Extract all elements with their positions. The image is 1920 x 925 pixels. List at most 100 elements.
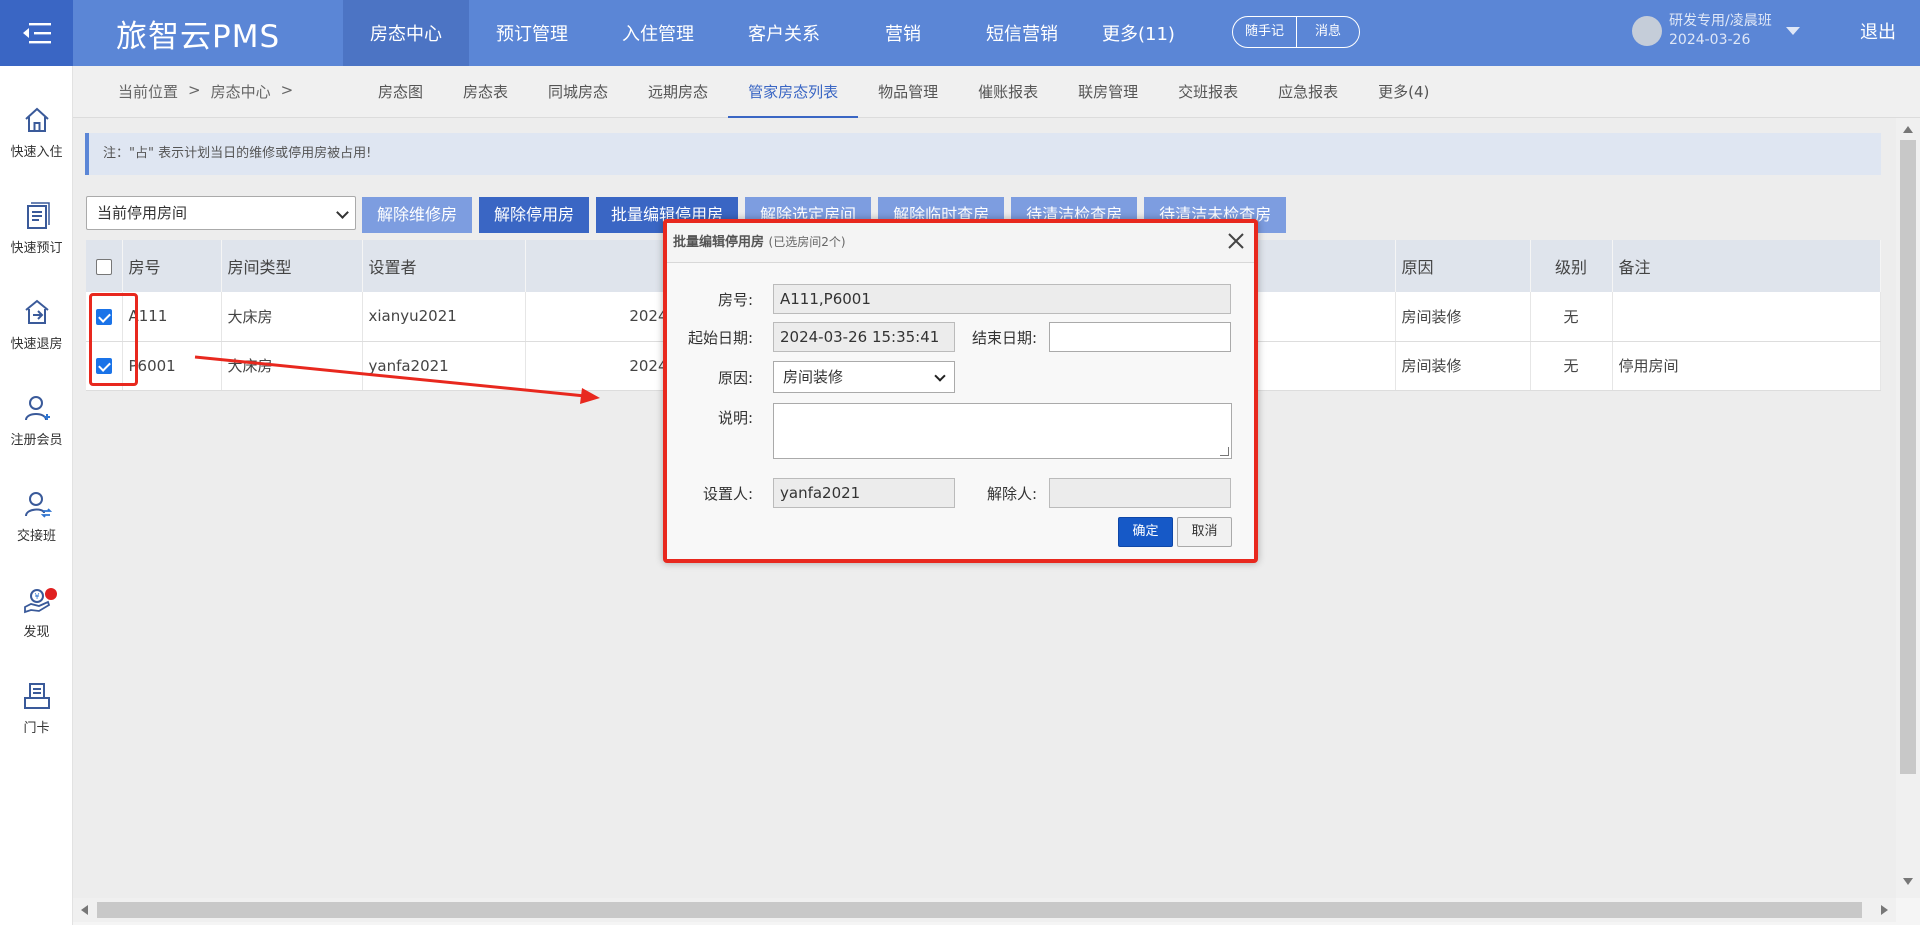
- sidebar: 快速入住 快速预订 快速退房 注册会员 交接班 ¥ 发现 门卡: [0, 66, 73, 925]
- close-icon[interactable]: [1226, 231, 1246, 251]
- sidebar-item-door-card[interactable]: 门卡: [0, 668, 73, 748]
- avatar: [1632, 16, 1662, 46]
- release-repair-button[interactable]: 解除维修房: [362, 197, 473, 233]
- start-date-label: 起始日期:: [687, 329, 753, 347]
- cell-type: 大床房: [221, 341, 363, 391]
- cell-level: 无: [1530, 292, 1613, 342]
- nav-checkin[interactable]: 入住管理: [595, 0, 721, 66]
- horizontal-scrollbar[interactable]: [73, 898, 1896, 922]
- release-stopped-button[interactable]: 解除停用房: [479, 197, 590, 233]
- scroll-thumb[interactable]: [1900, 140, 1916, 774]
- sidebar-item-discover[interactable]: ¥ 发现: [0, 572, 73, 652]
- room-filter-select[interactable]: 当前停用房间: [86, 196, 356, 230]
- tab-room-table[interactable]: 房态表: [443, 66, 528, 118]
- user-name: 研发专用/凌晨班: [1669, 13, 1772, 29]
- brand-logo: 旅智云PMS: [116, 18, 281, 55]
- reason-select[interactable]: 房间装修: [773, 361, 955, 393]
- scroll-left-icon[interactable]: [81, 905, 88, 915]
- breadcrumb-sep: >: [188, 81, 201, 99]
- sidebar-item-quick-booking[interactable]: 快速预订: [0, 188, 73, 268]
- card-icon: [23, 682, 50, 709]
- sidebar-item-quick-checkout[interactable]: 快速退房: [0, 284, 73, 364]
- confirm-button[interactable]: 确定: [1118, 517, 1173, 547]
- logout-button[interactable]: 退出: [1860, 0, 1896, 66]
- room-label: 房号:: [717, 291, 753, 309]
- scroll-right-icon[interactable]: [1881, 905, 1888, 915]
- menu-toggle-button[interactable]: [0, 0, 73, 66]
- batch-edit-dialog: 批量编辑停用房 (已选房间2个) 房号: A111,P6001 起始日期: 20…: [663, 219, 1258, 563]
- col-room[interactable]: 房号: [122, 240, 222, 292]
- breadcrumb-sep: >: [280, 81, 294, 99]
- col-note[interactable]: 备注: [1612, 240, 1881, 292]
- resize-grip-icon[interactable]: [1220, 447, 1229, 456]
- chevron-down-icon: [336, 206, 349, 219]
- user-date: 2024-03-26: [1669, 32, 1751, 48]
- scroll-down-icon[interactable]: [1903, 878, 1913, 885]
- tab-emergency-report[interactable]: 应急报表: [1258, 66, 1358, 118]
- sub-tabs: 房态图 房态表 同城房态 远期房态 管家房态列表 物品管理 催账报表 联房管理 …: [358, 66, 1449, 118]
- chevron-down-icon: [934, 370, 946, 382]
- notice-banner: 注："占" 表示计划当日的维修或停用房被占用!: [85, 133, 1881, 175]
- dialog-header: 批量编辑停用房 (已选房间2个): [667, 223, 1254, 263]
- description-label: 说明:: [717, 409, 753, 427]
- sidebar-item-label: 快速退房: [10, 336, 63, 352]
- message-button[interactable]: 消息: [1296, 17, 1359, 47]
- tab-linked-rooms[interactable]: 联房管理: [1058, 66, 1158, 118]
- tab-future-rooms[interactable]: 远期房态: [628, 66, 728, 118]
- quick-pill: 随手记 消息: [1232, 16, 1361, 48]
- sidebar-item-label: 快速入住: [10, 144, 63, 160]
- vertical-scrollbar[interactable]: [1896, 118, 1920, 898]
- tab-housekeeping-list[interactable]: 管家房态列表: [728, 66, 859, 118]
- breadcrumb-section[interactable]: 房态中心: [211, 81, 271, 102]
- releaser-field[interactable]: [1049, 478, 1231, 508]
- cell-setter: yanfa2021: [362, 341, 526, 391]
- nav-room-status-center[interactable]: 房态中心: [343, 0, 469, 66]
- nav-crm[interactable]: 客户关系: [721, 0, 847, 66]
- sidebar-item-quick-checkin[interactable]: 快速入住: [0, 92, 73, 172]
- tab-shift-report[interactable]: 交班报表: [1158, 66, 1258, 118]
- select-all-checkbox[interactable]: [95, 259, 112, 275]
- sidebar-item-label: 发现: [23, 624, 50, 640]
- setter-field[interactable]: yanfa2021: [773, 478, 955, 508]
- scroll-up-icon[interactable]: [1903, 126, 1913, 133]
- nav-reservation[interactable]: 预订管理: [469, 0, 595, 66]
- cell-level: 无: [1530, 341, 1613, 391]
- user-menu[interactable]: 研发专用/凌晨班 2024-03-26: [1632, 12, 1800, 50]
- end-date-label: 结束日期:: [971, 329, 1037, 347]
- nav-more[interactable]: 更多(11): [1085, 0, 1192, 66]
- nav-marketing[interactable]: 营销: [847, 0, 959, 66]
- sidebar-item-handover[interactable]: 交接班: [0, 476, 73, 556]
- nav-sms-marketing[interactable]: 短信营销: [959, 0, 1085, 66]
- col-level[interactable]: 级别: [1530, 240, 1613, 292]
- sidebar-item-label: 交接班: [16, 528, 56, 544]
- cell-reason: 房间装修: [1395, 341, 1531, 391]
- tab-city-rooms[interactable]: 同城房态: [528, 66, 628, 118]
- add-user-icon: [24, 395, 50, 420]
- tab-room-map[interactable]: 房态图: [358, 66, 443, 118]
- room-field[interactable]: A111,P6001: [773, 284, 1231, 314]
- handover-icon: [24, 491, 52, 518]
- scroll-thumb[interactable]: [97, 902, 1862, 918]
- memo-button[interactable]: 随手记: [1233, 17, 1296, 47]
- top-bar: 旅智云PMS 房态中心 预订管理 入住管理 客户关系 营销 短信营销 更多(11…: [0, 0, 1920, 66]
- col-type[interactable]: 房间类型: [221, 240, 363, 292]
- dialog-body: 房号: A111,P6001 起始日期: 2024-03-26 15:35:41…: [667, 263, 1254, 559]
- tab-more[interactable]: 更多(4): [1358, 66, 1449, 118]
- col-reason[interactable]: 原因: [1395, 240, 1531, 292]
- cancel-button[interactable]: 取消: [1177, 517, 1232, 547]
- sidebar-item-label: 门卡: [23, 720, 50, 736]
- filter-selected-value: 当前停用房间: [97, 204, 188, 222]
- sidebar-item-label: 注册会员: [10, 432, 63, 448]
- breadcrumb: 当前位置 > 房态中心 >: [118, 81, 318, 102]
- col-setter[interactable]: 设置者: [362, 240, 526, 292]
- tab-dunning-report[interactable]: 催账报表: [958, 66, 1058, 118]
- tab-items[interactable]: 物品管理: [858, 66, 958, 118]
- caret-down-icon: [1785, 27, 1800, 35]
- cell-reason: 房间装修: [1395, 292, 1531, 342]
- setter-label: 设置人:: [702, 485, 753, 503]
- sidebar-item-register-member[interactable]: 注册会员: [0, 380, 73, 460]
- end-date-field[interactable]: [1049, 322, 1231, 352]
- description-textarea[interactable]: [773, 403, 1232, 459]
- start-date-field[interactable]: 2024-03-26 15:35:41: [773, 322, 955, 352]
- cell-type: 大床房: [221, 292, 363, 342]
